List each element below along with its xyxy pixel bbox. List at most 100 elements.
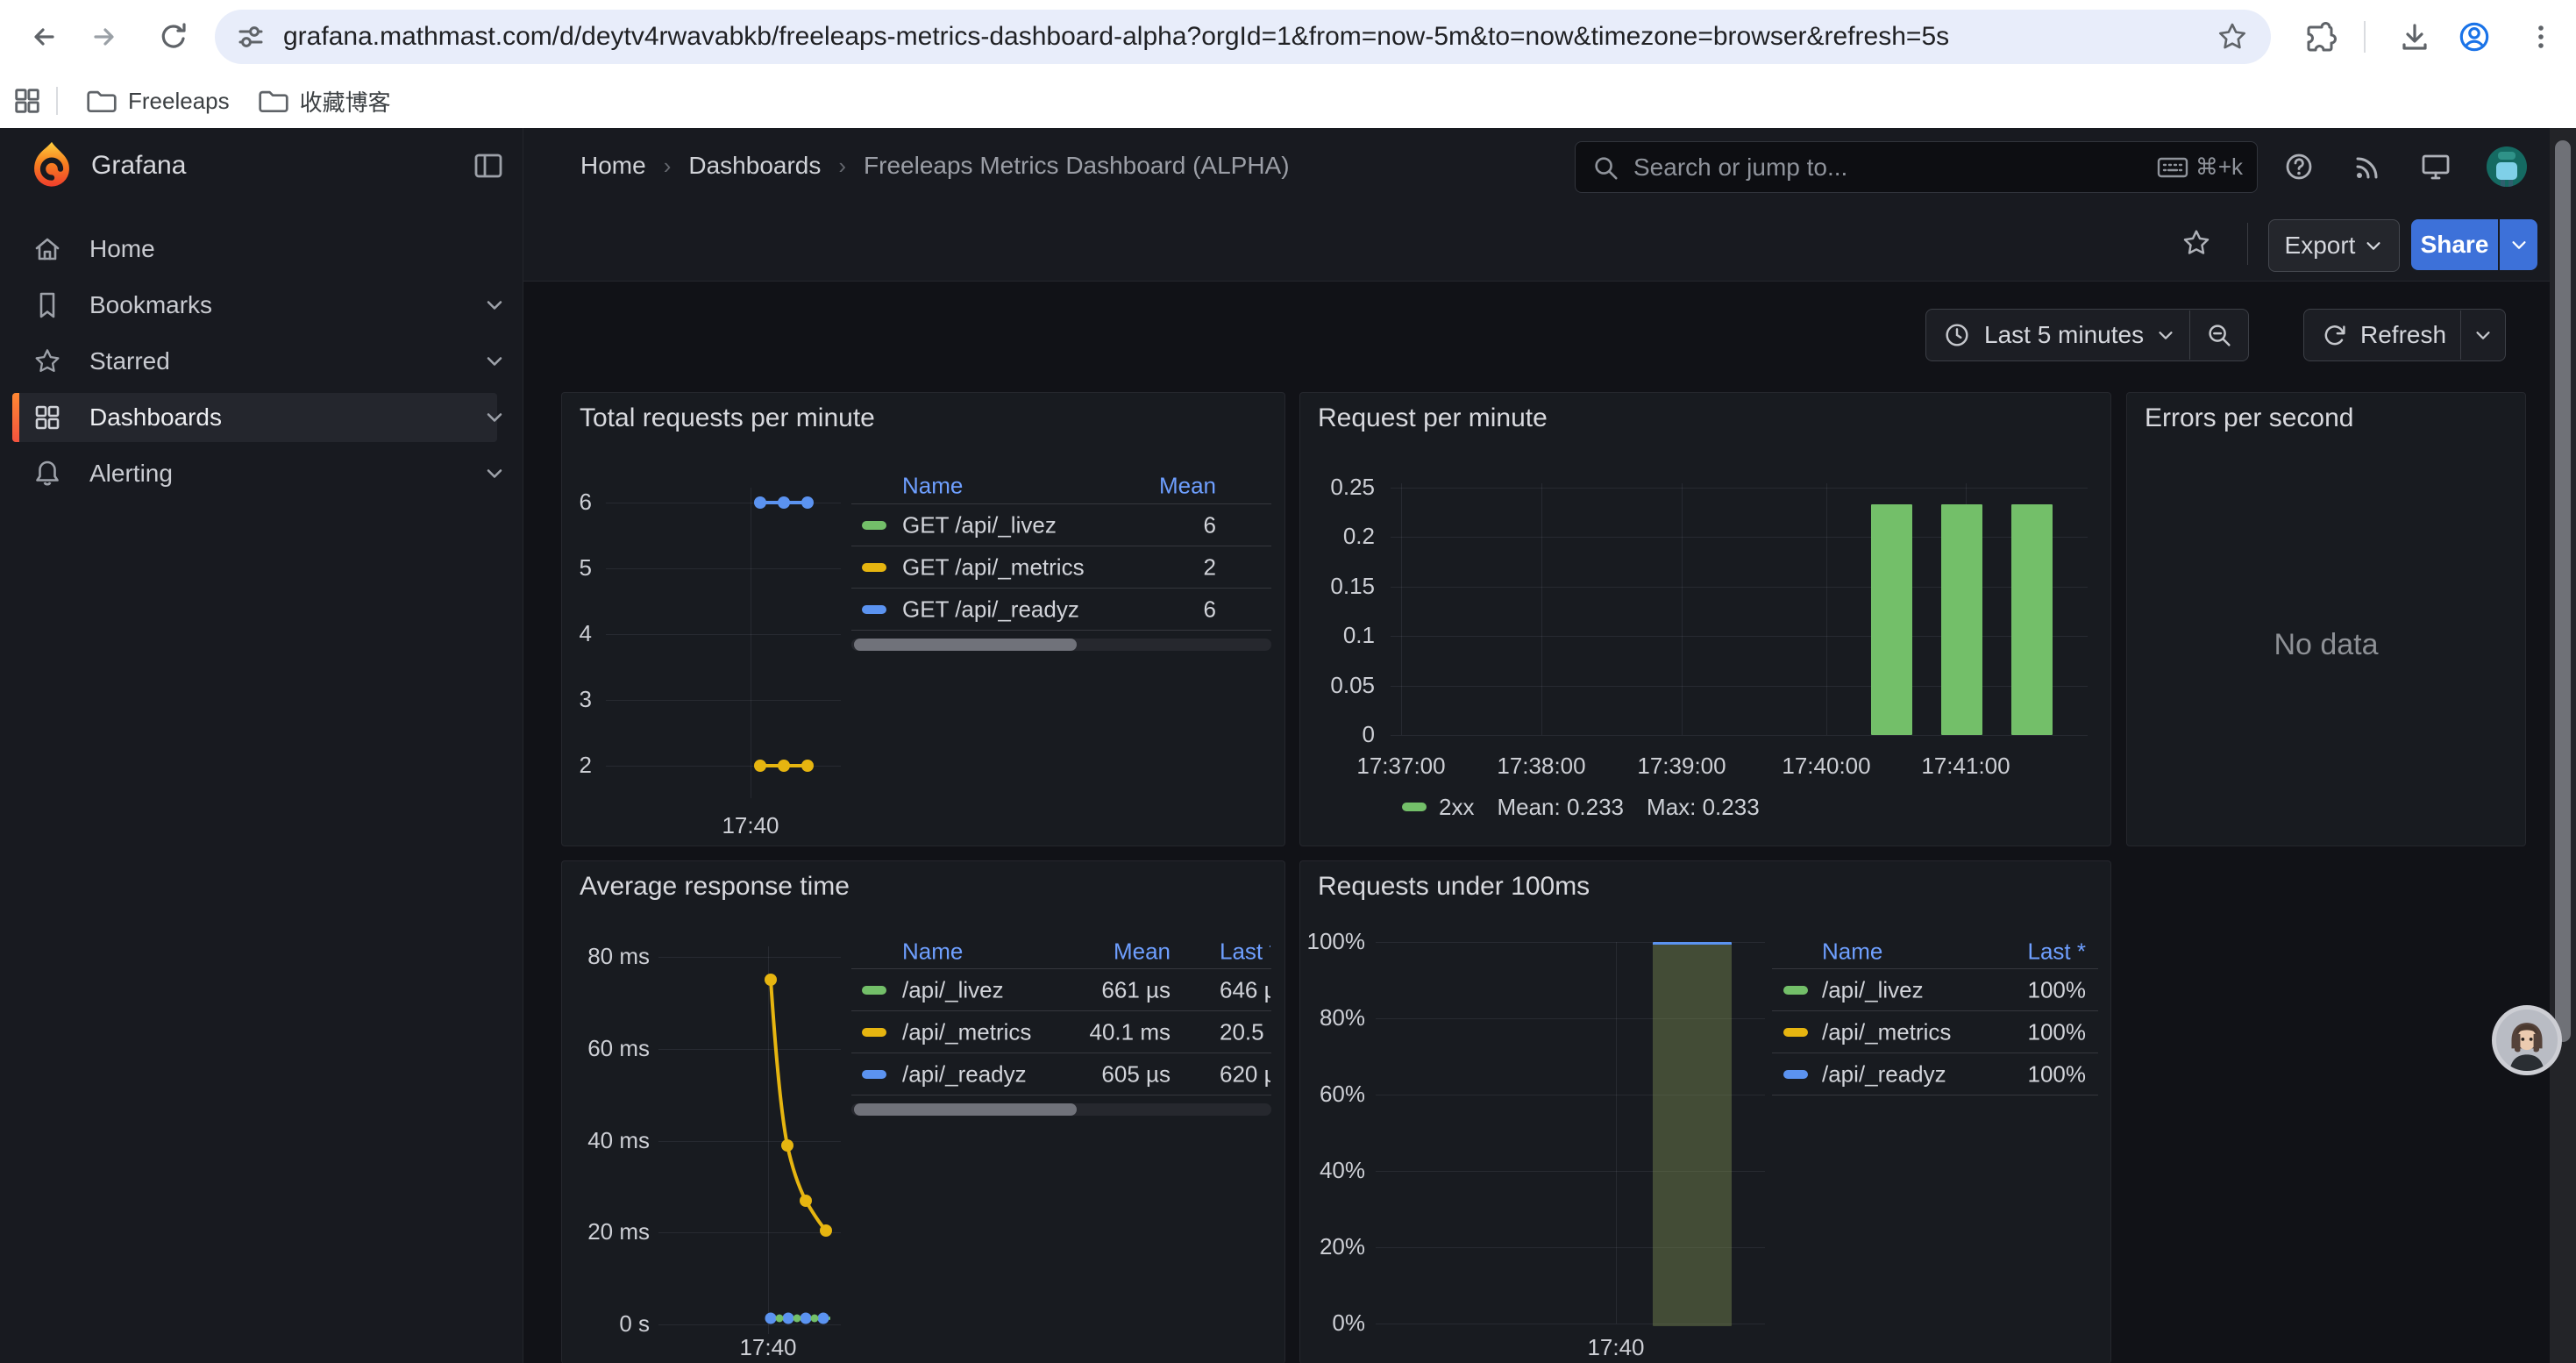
- bookmark-star-icon[interactable]: [2215, 19, 2250, 54]
- refresh-group: Refresh: [2303, 309, 2506, 361]
- star-icon: [32, 346, 63, 377]
- share-dropdown-button[interactable]: [2500, 219, 2537, 270]
- sidebar-item-dashboards[interactable]: Dashboards: [12, 393, 497, 442]
- panel-title[interactable]: Requests under 100ms: [1318, 872, 1590, 902]
- monitor-icon[interactable]: [2416, 147, 2455, 186]
- user-avatar[interactable]: [2487, 146, 2527, 187]
- legend-row[interactable]: /api/_livez661 µs646 µs: [851, 969, 1271, 1011]
- sidebar-toggle-icon[interactable]: [472, 149, 505, 182]
- panel-title[interactable]: Errors per second: [2145, 403, 2353, 433]
- legend-row[interactable]: /api/_livez100%: [1772, 969, 2098, 1011]
- chevron-down-icon[interactable]: [2156, 325, 2175, 345]
- panel-title[interactable]: Request per minute: [1318, 403, 1548, 433]
- legend-series-name: /api/_readyz: [902, 1060, 1027, 1088]
- bookmark-folder-freeleaps[interactable]: Freeleaps: [72, 80, 244, 122]
- legend-value: 6: [1204, 596, 1216, 623]
- url-input[interactable]: [281, 21, 2215, 53]
- legend-col-name[interactable]: Name: [1822, 938, 1882, 966]
- panel-title[interactable]: Total requests per minute: [580, 403, 875, 433]
- search-box[interactable]: ⌘+k: [1575, 141, 2258, 193]
- gridline: [1682, 483, 1683, 735]
- legend-row[interactable]: /api/_metrics40.1 ms20.5 ms: [851, 1011, 1271, 1053]
- apps-grid-icon[interactable]: [12, 86, 42, 116]
- browser-menu-icon[interactable]: [2522, 18, 2560, 56]
- y-axis-label: 20%: [1300, 1233, 1365, 1260]
- legend-value: 6: [1204, 511, 1216, 539]
- reload-icon[interactable]: [154, 18, 193, 56]
- legend-col-mean[interactable]: Mean: [1114, 938, 1171, 966]
- legend-row[interactable]: GET /api/_livez6: [851, 504, 1271, 546]
- legend-scrollbar-thumb[interactable]: [854, 639, 1077, 651]
- panel-requests-under-100ms: Requests under 100ms 100%80%60%40%20%0%1…: [1299, 860, 2111, 1363]
- chevron-down-icon[interactable]: [482, 349, 507, 374]
- help-icon[interactable]: [2280, 147, 2318, 186]
- page-scrollbar[interactable]: [2550, 128, 2576, 1363]
- legend-inline[interactable]: 2xxMean: 0.233Max: 0.233: [1402, 789, 1760, 824]
- back-icon[interactable]: [22, 18, 60, 56]
- legend-col-value[interactable]: Last *: [2028, 938, 2087, 966]
- x-axis-label: 17:40: [698, 812, 803, 839]
- y-axis-label: 0.25: [1300, 474, 1375, 501]
- legend-scrollbar-thumb[interactable]: [854, 1103, 1077, 1116]
- legend-row[interactable]: GET /api/_readyz6: [851, 589, 1271, 631]
- grafana-logo-icon[interactable]: [26, 140, 77, 191]
- chevron-down-icon[interactable]: [482, 405, 507, 430]
- bar: [1941, 504, 1982, 735]
- forward-icon[interactable]: [88, 18, 126, 56]
- sidebar-item-alerting[interactable]: Alerting: [12, 449, 497, 498]
- toolbar-divider: [2247, 223, 2248, 265]
- keyboard-shortcut: ⌘+k: [2157, 153, 2243, 181]
- legend-table: Name Mean Last * /api/_livez661 µs646 µs/ap…: [851, 935, 1271, 1116]
- folder-icon: [86, 88, 117, 114]
- bookmark-folder-label: 收藏博客: [300, 85, 391, 118]
- legend-value: 100%: [2028, 1018, 2087, 1045]
- y-axis-label: 0.05: [1300, 672, 1375, 699]
- refresh-label[interactable]: Refresh: [2360, 321, 2446, 349]
- legend-scrollbar[interactable]: [851, 1103, 1271, 1116]
- download-icon[interactable]: [2395, 18, 2434, 56]
- panel-title[interactable]: Average response time: [580, 872, 850, 902]
- chevron-down-icon[interactable]: [2473, 325, 2493, 345]
- sidebar-item-home[interactable]: Home: [12, 225, 497, 274]
- legend-scrollbar[interactable]: [851, 639, 1271, 651]
- export-button[interactable]: Export: [2268, 219, 2400, 272]
- legend-col-last[interactable]: Last *: [1220, 938, 1270, 966]
- gridline: [1616, 942, 1617, 1324]
- breadcrumb-separator: ›: [664, 153, 672, 180]
- legend-row[interactable]: /api/_readyz100%: [1772, 1053, 2098, 1095]
- legend-col-value[interactable]: Mean: [1159, 473, 1216, 500]
- share-button[interactable]: Share: [2411, 219, 2498, 270]
- search-icon: [1591, 153, 1619, 182]
- assistant-avatar[interactable]: [2492, 1005, 2562, 1075]
- page-scrollbar-thumb[interactable]: [2555, 140, 2571, 1042]
- zoom-out-icon[interactable]: [2204, 320, 2234, 350]
- chevron-down-icon: [2509, 235, 2529, 254]
- legend-col-name[interactable]: Name: [902, 473, 963, 500]
- news-rss-icon[interactable]: [2348, 147, 2387, 186]
- chart-plot-area[interactable]: 0.250.20.150.10.05017:37:0017:38:0017:39…: [1300, 393, 2110, 846]
- legend-col-name[interactable]: Name: [902, 938, 963, 966]
- favorite-star-icon[interactable]: [2180, 226, 2213, 260]
- browser-toolbar: [0, 0, 2576, 74]
- legend-header: Name Mean Last *: [851, 935, 1271, 969]
- bookmark-folder-blogs[interactable]: 收藏博客: [244, 80, 405, 122]
- chevron-down-icon[interactable]: [482, 461, 507, 486]
- breadcrumb-home[interactable]: Home: [580, 152, 646, 180]
- time-range-label[interactable]: Last 5 minutes: [1984, 321, 2144, 349]
- extensions-icon[interactable]: [2301, 18, 2339, 56]
- search-input[interactable]: [1632, 153, 2157, 182]
- sidebar-item-label: Starred: [89, 347, 170, 375]
- legend-row[interactable]: /api/_metrics100%: [1772, 1011, 2098, 1053]
- legend-row[interactable]: GET /api/_metrics2: [851, 546, 1271, 589]
- sidebar-item-starred[interactable]: Starred: [12, 337, 497, 386]
- tune-icon[interactable]: [234, 20, 267, 54]
- breadcrumb-dashboards[interactable]: Dashboards: [688, 152, 821, 180]
- address-bar[interactable]: [215, 10, 2271, 64]
- legend-row[interactable]: /api/_readyz605 µs620 µs: [851, 1053, 1271, 1095]
- chevron-down-icon[interactable]: [482, 293, 507, 318]
- sidebar-item-bookmarks[interactable]: Bookmarks: [12, 281, 497, 330]
- y-axis-label: 3: [562, 686, 592, 713]
- y-axis-label: 40%: [1300, 1157, 1365, 1184]
- bookmark-icon: [32, 289, 63, 321]
- profile-icon[interactable]: [2455, 18, 2494, 56]
